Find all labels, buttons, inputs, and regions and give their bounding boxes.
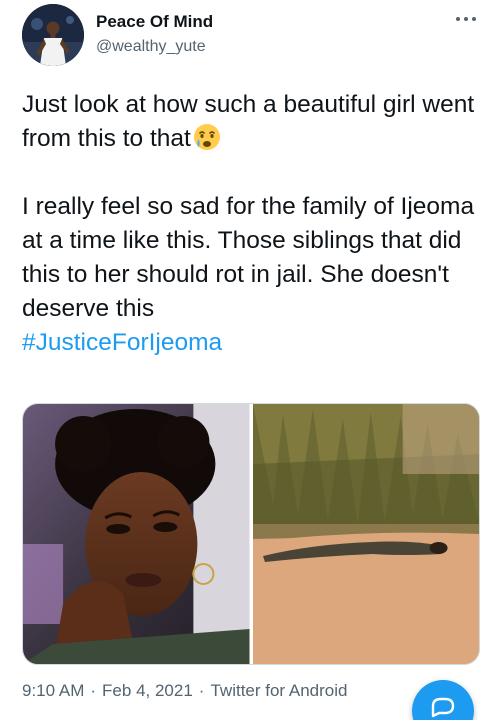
compose-fab[interactable] [412,680,474,720]
tweet-meta: 9:10 AM · Feb 4, 2021 · Twitter for Android [22,681,347,701]
avatar[interactable] [22,4,84,66]
tweet-date[interactable]: Feb 4, 2021 [102,681,193,700]
roadside-photo[interactable] [252,404,479,664]
tweet-text: Just look at how such a beautiful girl w… [22,88,482,360]
tweet-paragraph-1: Just look at how such a beautiful girl w… [22,88,482,156]
author-name[interactable]: Peace Of Mind [96,12,213,32]
author-handle[interactable]: @wealthy_yute [96,38,206,56]
meta-separator: · [90,681,97,700]
more-options-icon[interactable] [454,12,478,26]
tweet-paragraph-2: I really feel so sad for the family of I… [22,190,482,360]
tweet-line-1: Just look at how such a beautiful girl w… [22,91,475,152]
tweet-source[interactable]: Twitter for Android [210,681,347,700]
portrait-photo[interactable] [23,404,250,664]
hashtag-link[interactable]: #JusticeForIjeoma [22,329,222,356]
tweet-header: Peace Of Mind @wealthy_yute [22,4,482,74]
meta-separator-2: · [198,681,205,700]
tweet-page: Peace Of Mind @wealthy_yute Just look at… [0,0,497,720]
tweet-body-text: I really feel so sad for the family of I… [22,193,475,322]
compose-icon [431,697,455,718]
media-grid [22,403,480,665]
crying-face-icon [192,122,222,152]
avatar-image [22,4,84,66]
tweet-time[interactable]: 9:10 AM [22,681,84,700]
